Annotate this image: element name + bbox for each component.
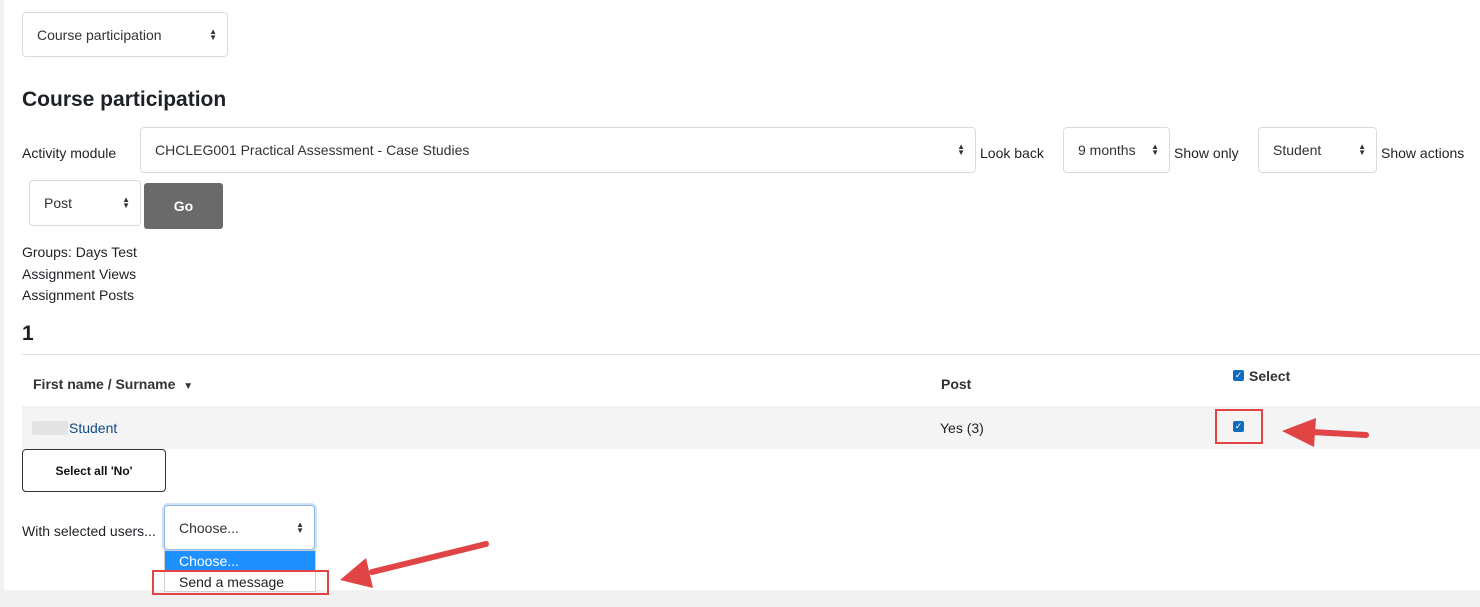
groups-info: Groups: Days Test	[22, 244, 137, 260]
activity-module-value: CHCLEG001 Practical Assessment - Case St…	[155, 142, 470, 158]
assignment-views-info: Assignment Views	[22, 266, 137, 282]
show-only-select[interactable]: Student ▲ ▼	[1258, 127, 1377, 173]
table-top-border	[22, 354, 1480, 355]
go-button[interactable]: Go	[144, 183, 223, 229]
sort-desc-icon: ▼	[183, 381, 194, 392]
with-selected-select[interactable]: Choose... ▲ ▼	[164, 505, 315, 550]
look-back-label: Look back	[980, 145, 1044, 161]
column-header-name-label: First name / Surname	[33, 376, 176, 392]
look-back-select[interactable]: 9 months ▲ ▼	[1063, 127, 1170, 173]
show-only-label: Show only	[1174, 145, 1239, 161]
participant-name-link[interactable]: Student	[69, 420, 117, 436]
select-caret-icon: ▲ ▼	[122, 195, 130, 210]
page-content: Course participation ▲ ▼ Course participa…	[4, 0, 1480, 595]
select-all-no-button[interactable]: Select all 'No'	[22, 449, 166, 492]
page-title: Course participation	[22, 88, 227, 111]
column-header-name[interactable]: First name / Surname ▼	[33, 376, 193, 392]
column-header-select: Select	[1249, 368, 1291, 384]
report-type-value: Course participation	[37, 26, 162, 43]
avatar	[32, 421, 68, 435]
select-caret-icon: ▲ ▼	[957, 142, 965, 157]
show-actions-select[interactable]: Post ▲ ▼	[29, 180, 141, 226]
assignment-posts-info: Assignment Posts	[22, 287, 135, 303]
show-only-value: Student	[1273, 142, 1322, 158]
select-caret-icon: ▲ ▼	[296, 519, 304, 535]
participant-count: 1	[22, 322, 34, 345]
show-actions-value: Post	[44, 195, 73, 211]
select-caret-icon: ▲ ▼	[1358, 142, 1366, 157]
annotation-highlight-box	[152, 570, 329, 595]
annotation-highlight-box	[1215, 409, 1263, 444]
report-type-select[interactable]: Course participation ▲ ▼	[22, 12, 228, 57]
select-caret-icon: ▲ ▼	[209, 26, 217, 42]
activity-module-select[interactable]: CHCLEG001 Practical Assessment - Case St…	[140, 127, 976, 173]
with-selected-label: With selected users...	[22, 523, 156, 539]
option-choose[interactable]: Choose...	[165, 551, 315, 571]
activity-module-label: Activity module	[22, 145, 117, 161]
column-header-post: Post	[941, 376, 972, 392]
select-caret-icon: ▲ ▼	[1151, 142, 1159, 157]
show-actions-label: Show actions	[1381, 145, 1465, 161]
select-all-checkbox[interactable]: ✓	[1233, 370, 1244, 381]
look-back-value: 9 months	[1078, 142, 1136, 158]
participant-post-value: Yes (3)	[940, 420, 984, 436]
with-selected-value: Choose...	[179, 519, 239, 536]
